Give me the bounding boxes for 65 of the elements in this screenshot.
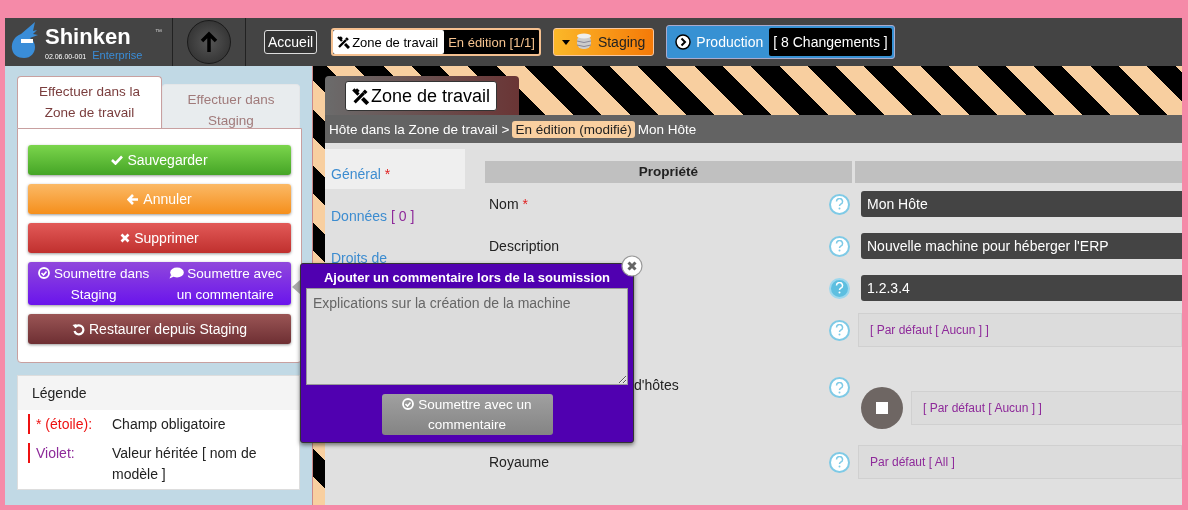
close-icon[interactable] [621,255,643,277]
section-tab[interactable]: Général * [325,149,465,189]
submit-button[interactable]: Soumettre avec un commentaire [159,262,291,305]
toggle-button[interactable] [861,387,903,429]
column-header: Propriété [485,161,852,183]
inherited-value-field[interactable]: Par défaut [ All ] [858,445,1182,479]
help-icon[interactable] [829,451,850,473]
property-label: Nom * [489,196,528,212]
help-icon[interactable] [829,193,850,215]
legend-title: Légende [18,376,299,410]
production-button[interactable]: Production [669,28,770,56]
tools-icon [337,35,351,49]
legend-term: Violet: [28,443,112,463]
staging-button[interactable]: Staging [552,28,655,56]
legend-term: * (étoile): [28,414,112,434]
check-icon [111,155,124,165]
submit-comment-button[interactable]: Soumettre avec un commentaire [381,394,553,435]
help-icon[interactable] [829,277,850,299]
production-selector[interactable]: Production [ 8 Changements ] [666,25,895,59]
up-arrow-button[interactable] [187,20,231,64]
action-tab[interactable]: Effectuer dans Staging [162,84,300,128]
action-tab[interactable]: Effectuer dans la Zone de travail [17,76,162,128]
help-icon[interactable] [829,377,850,398]
pointer-icon [292,280,300,294]
caret-icon [561,39,570,45]
undo-icon [72,322,85,336]
comment-field[interactable]: Explications sur la création de la machine [306,288,628,385]
changes-count: [ 8 Changements ] [769,28,892,56]
popup-title: Ajouter un commentaire lors de la soumission [323,270,611,286]
section-tab[interactable]: Données [ 0 ] [325,191,465,231]
legend-description: Valeur héritée [ nom de modèle ] [112,444,258,484]
database-icon [575,33,592,51]
arrow-left-icon [127,193,140,205]
inherited-value-field[interactable]: [ Par défaut [ Aucun ] ] [911,391,1182,425]
value-field[interactable]: Mon Hôte [861,191,1182,217]
breadcrumb-path: Hôte dans la Zone de travail > [329,121,510,137]
check-circle-icon [38,266,51,279]
property-label: Description [489,238,560,254]
logo-name: Shinken [45,24,131,50]
value-field[interactable]: Nouvelle machine pour héberger l'ERP [861,233,1182,259]
close-icon [120,233,131,243]
property-label: Royaume [489,454,549,470]
delete-button[interactable]: Supprimer [28,223,291,253]
help-icon[interactable] [829,319,850,341]
help-icon[interactable] [829,235,850,257]
edit-status-badge: En édition (modifié) [512,120,635,138]
speech-bubble-icon [168,266,184,279]
home-button[interactable]: Accueil [264,30,318,54]
submit-button[interactable]: Soumettre dans Staging [28,262,160,305]
section-tab[interactable]: Droits de [325,233,465,273]
edition-label: Enterprise [92,50,143,61]
workspace-status: En édition [1/1] [447,33,536,52]
host-name: Mon Hôte [637,121,697,137]
restore-button[interactable]: Restaurer depuis Staging [28,314,291,344]
tools-icon [352,87,369,105]
inherited-value-field[interactable]: [ Par défaut [ Aucun ] ] [858,313,1182,347]
value-field[interactable]: 1.2.3.4 [861,275,1182,301]
check-circle-icon [402,397,415,410]
legend-description: Champ obligatoire [112,415,227,434]
arrow-up-icon [200,31,218,53]
workspace-button[interactable]: Zone de travail [333,30,445,54]
chevron-circle-icon [675,34,692,50]
zone-title-badge: Zone de travail [345,81,498,111]
workspace-selector[interactable]: Zone de travail En édition [1/1] [331,28,541,56]
property-label: d'hôtes [634,377,679,393]
